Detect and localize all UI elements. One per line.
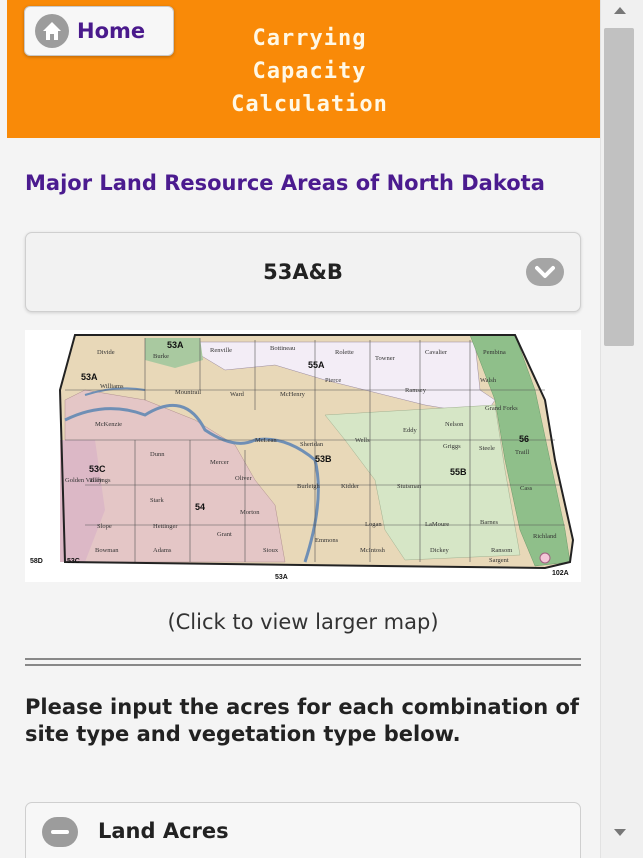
map-region-label: 55A <box>308 360 325 370</box>
map-county-label: Eddy <box>403 427 417 434</box>
map-region-label: 53A <box>167 340 184 350</box>
map-county-label: Divide <box>97 349 115 356</box>
map-county-label: Pembina <box>483 349 506 356</box>
map-county-label: Morton <box>240 509 260 516</box>
map-county-label: Walsh <box>480 377 497 384</box>
page-title-line-2: Capacity <box>252 59 367 84</box>
map-county-label: Cavalier <box>425 349 448 356</box>
land-acres-collapsible[interactable]: Land Acres <box>25 802 581 858</box>
map-county-label: Williams <box>100 383 124 390</box>
map-county-label: Pierce <box>325 377 341 384</box>
map-county-label: Adams <box>153 547 172 554</box>
map-county-label: Ward <box>230 391 245 398</box>
home-icon <box>35 14 69 48</box>
map-county-label: Stutsman <box>397 483 422 490</box>
map-county-label: Sioux <box>263 547 279 554</box>
minus-icon <box>42 817 78 847</box>
map-region-label: 53A <box>81 372 98 382</box>
map-county-label: McIntosh <box>360 547 386 554</box>
map-county-label: Logan <box>365 521 382 528</box>
home-label: Home <box>77 19 146 43</box>
map-county-label: Mountrail <box>175 389 201 396</box>
land-acres-label: Land Acres <box>98 819 229 843</box>
map-county-label: Bowman <box>95 547 119 554</box>
map-county-label: Wells <box>355 437 370 444</box>
map-county-label: Kidder <box>341 483 360 490</box>
map-county-label: McHenry <box>280 391 306 398</box>
map-county-label: Stark <box>150 497 164 504</box>
map-county-label: Griggs <box>443 443 461 450</box>
map-county-label: Slope <box>97 523 112 530</box>
map-county-label: Rolette <box>335 349 354 356</box>
map-county-label: McLean <box>255 437 277 444</box>
map-county-label: Burleigh <box>297 483 320 490</box>
map-county-label: Ramsey <box>405 387 427 394</box>
chevron-down-icon <box>526 258 564 286</box>
map-county-label: Oliver <box>235 475 252 482</box>
map-county-label: Sheridan <box>300 441 324 448</box>
mlra-map-graphic: 53A 55A 53A 53B 55B 56 53C 54 58D 53C 10… <box>30 334 575 581</box>
scroll-thumb[interactable] <box>604 28 634 346</box>
divider <box>25 658 581 660</box>
map-region-label: 55B <box>450 467 467 477</box>
map-county-label: Billings <box>90 477 111 484</box>
map-county-label: Dunn <box>150 451 165 458</box>
scroll-up-arrow-icon[interactable] <box>614 7 626 14</box>
scrollbar[interactable] <box>600 0 643 858</box>
map-caption-link[interactable]: (Click to view larger map) <box>25 610 581 634</box>
map-county-label: Nelson <box>445 421 464 428</box>
instructions-text: Please input the acres for each combinat… <box>25 695 580 746</box>
map-region-label: 56 <box>519 434 529 444</box>
map-county-label: Emmons <box>315 537 339 544</box>
map-region-label: 53C <box>67 558 80 565</box>
map-region-label: 53A <box>275 574 288 581</box>
mlra-select-value: 53A&B <box>263 260 343 284</box>
section-title: Major Land Resource Areas of North Dakot… <box>25 171 545 195</box>
map-county-label: Renville <box>210 347 232 354</box>
map-region-label: 53C <box>89 464 106 474</box>
page-title: Carrying Capacity Calculation <box>212 22 407 121</box>
map-county-label: Steele <box>479 445 495 452</box>
map-region-label: 53B <box>315 454 332 464</box>
map-county-label: Cass <box>520 485 533 492</box>
map-county-label: Mercer <box>210 459 230 466</box>
page-title-line-1: Carrying <box>252 26 367 51</box>
map-county-label: Richland <box>533 533 557 540</box>
map-county-label: LaMoure <box>425 521 449 528</box>
divider <box>25 664 581 666</box>
map-county-label: Traill <box>515 449 529 456</box>
mlra-map[interactable]: 53A 55A 53A 53B 55B 56 53C 54 58D 53C 10… <box>25 330 581 582</box>
map-region-label: 54 <box>195 502 205 512</box>
map-county-label: Barnes <box>480 519 499 526</box>
scroll-down-arrow-icon[interactable] <box>614 829 626 836</box>
map-county-label: Sargent <box>489 557 509 564</box>
map-county-label: Grant <box>217 531 232 538</box>
header-bar: Home Carrying Capacity Calculation <box>7 0 600 138</box>
page-title-line-3: Calculation <box>231 92 388 117</box>
mlra-select[interactable]: 53A&B <box>25 232 581 312</box>
map-county-label: Grand Forks <box>485 405 518 412</box>
map-region-label: 58D <box>30 558 43 565</box>
map-county-label: Hettinger <box>153 523 178 530</box>
map-county-label: McKenzie <box>95 421 122 428</box>
map-region-label: 102A <box>552 570 569 577</box>
map-county-label: Burke <box>153 353 169 360</box>
map-county-label: Bottineau <box>270 345 296 352</box>
map-county-label: Ransom <box>491 547 512 554</box>
app-page: Home Carrying Capacity Calculation Major… <box>0 0 600 858</box>
map-county-label: Towner <box>375 355 396 362</box>
map-county-label: Dickey <box>430 547 450 554</box>
home-button[interactable]: Home <box>24 6 174 56</box>
